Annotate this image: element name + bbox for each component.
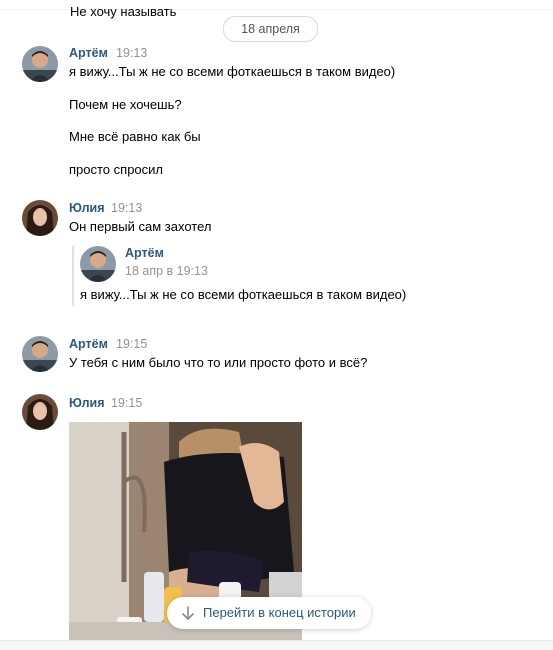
message-text: просто спросил [69, 162, 163, 177]
sender-name[interactable]: Юлия [69, 396, 105, 410]
message-time[interactable]: 19:13 [111, 201, 142, 215]
quote-sender-name[interactable]: Артём [125, 246, 164, 260]
message-text: Мне всё равно как бы [69, 129, 201, 144]
message-text: У тебя с ним было что то или просто фото… [69, 355, 368, 370]
message-time[interactable]: 19:15 [116, 337, 147, 351]
quote-avatar[interactable] [80, 246, 116, 282]
message-time[interactable]: 19:15 [111, 396, 142, 410]
quote-bar [72, 246, 74, 306]
avatar[interactable] [22, 394, 58, 430]
avatar[interactable] [22, 336, 58, 372]
message-text: я вижу...Ты ж не со всеми фоткаешься в т… [69, 64, 396, 79]
message-time[interactable]: 19:13 [116, 46, 147, 60]
sender-name[interactable]: Юлия [69, 201, 105, 215]
quote-date[interactable]: 18 апр в 19:13 [125, 264, 208, 278]
jump-to-end-button[interactable]: Перейти в конец истории [167, 597, 371, 629]
sender-name[interactable]: Артём [69, 337, 108, 351]
sender-name[interactable]: Артём [69, 46, 108, 60]
avatar[interactable] [22, 200, 58, 236]
avatar[interactable] [22, 46, 58, 82]
arrow-down-icon [181, 597, 195, 629]
message-text: Он первый сам захотел [69, 219, 212, 234]
message-text: Почем не хочешь? [69, 97, 182, 112]
date-separator: 18 апреля [223, 16, 318, 42]
jump-to-end-label: Перейти в конец истории [203, 605, 356, 620]
quote-text: я вижу...Ты ж не со всеми фоткаешься в т… [80, 287, 407, 302]
previous-message-text: Не хочу называть [70, 4, 177, 19]
